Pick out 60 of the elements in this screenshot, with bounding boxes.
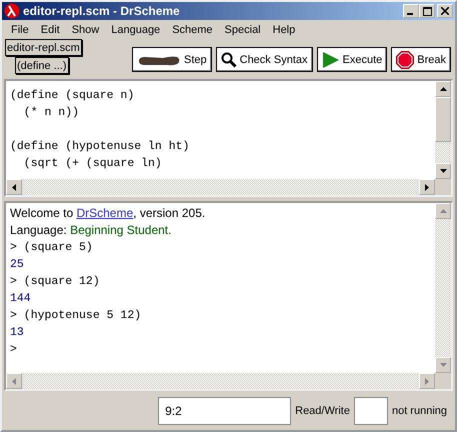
horizontal-scrollbar[interactable]	[6, 179, 451, 195]
code-line: (define (square n)	[10, 88, 136, 104]
vertical-scrollbar[interactable]	[435, 81, 451, 179]
down-triangle-icon	[440, 169, 446, 173]
mode-label: Read/Write	[295, 405, 350, 417]
execute-button[interactable]: Execute	[316, 47, 388, 72]
definitions-editor[interactable]: (define (square n) (* n n)) (define (hypotenuse ln ht) (sqrt (+ (square ln)	[4, 79, 453, 197]
scroll-up-button[interactable]	[435, 81, 451, 97]
welcome-message: Welcome to DrScheme, version 205.	[10, 205, 206, 222]
scroll-thumb[interactable]	[435, 97, 451, 142]
step-button[interactable]: Step	[132, 47, 212, 72]
maximize-icon	[422, 6, 432, 16]
down-triangle-icon	[440, 363, 446, 367]
interactions-pane[interactable]: Welcome to DrScheme, version 205. Language: Beginning Student. > (square 5) 25 > (square 12) 144 > (hypotenuse 5 12) 13 >	[4, 201, 453, 391]
magnifier-icon	[220, 52, 237, 68]
close-button[interactable]	[437, 4, 453, 18]
scrollbar-corner	[435, 179, 451, 195]
file-name-button[interactable]: editor-repl.scm	[5, 39, 82, 56]
menu-item[interactable]: Show	[66, 24, 106, 36]
result-line: 25	[10, 257, 25, 273]
break-button[interactable]: Break	[391, 47, 451, 72]
scroll-down-button[interactable]	[435, 163, 451, 179]
code-line: (* n n))	[22, 105, 80, 121]
maximize-button[interactable]	[419, 4, 435, 18]
check-button[interactable]: Check Syntax	[216, 47, 312, 72]
running-indicator	[354, 397, 388, 425]
scroll-right-button[interactable]	[419, 179, 435, 195]
up-triangle-icon	[440, 87, 446, 91]
scrollbar-corner	[435, 373, 451, 389]
menu-item[interactable]: Scheme	[166, 24, 219, 36]
lambda-logo-icon	[4, 3, 20, 19]
running-status: not running	[392, 405, 447, 417]
close-icon	[441, 7, 449, 15]
input-line: > (square 5)	[10, 240, 94, 256]
menu-item[interactable]: Help	[266, 24, 302, 36]
left-triangle-icon	[12, 184, 16, 190]
window-title: editor-repl.scm - DrScheme	[23, 4, 181, 18]
input-line: >	[10, 342, 18, 358]
menu-item[interactable]: Edit	[34, 24, 66, 36]
input-line: > (square 12)	[10, 274, 101, 290]
right-triangle-icon	[425, 378, 429, 384]
menu-item[interactable]: Special	[218, 24, 267, 36]
position-field: 9:2	[158, 397, 292, 425]
play-icon	[322, 50, 340, 68]
code-line: (sqrt (+ (square ln)	[22, 156, 163, 172]
stop-icon	[396, 50, 414, 68]
result-line: 13	[10, 325, 25, 341]
scroll-left-button[interactable]	[6, 179, 22, 195]
language-line: Language: Beginning Student.	[10, 222, 172, 239]
right-triangle-icon	[425, 184, 429, 190]
result-line: 144	[10, 291, 32, 307]
drscheme-link[interactable]: DrScheme	[76, 206, 134, 220]
up-triangle-icon	[440, 209, 446, 213]
minimize-button[interactable]	[403, 4, 419, 18]
code-line: (define (hypotenuse ln ht)	[10, 139, 190, 155]
define-menu-button[interactable]: (define ...)	[15, 57, 69, 74]
input-line: > (hypotenuse 5 12)	[10, 308, 142, 324]
menu-item[interactable]: File	[5, 24, 35, 36]
left-triangle-icon	[12, 378, 16, 384]
menu-item[interactable]: Language	[105, 24, 166, 36]
